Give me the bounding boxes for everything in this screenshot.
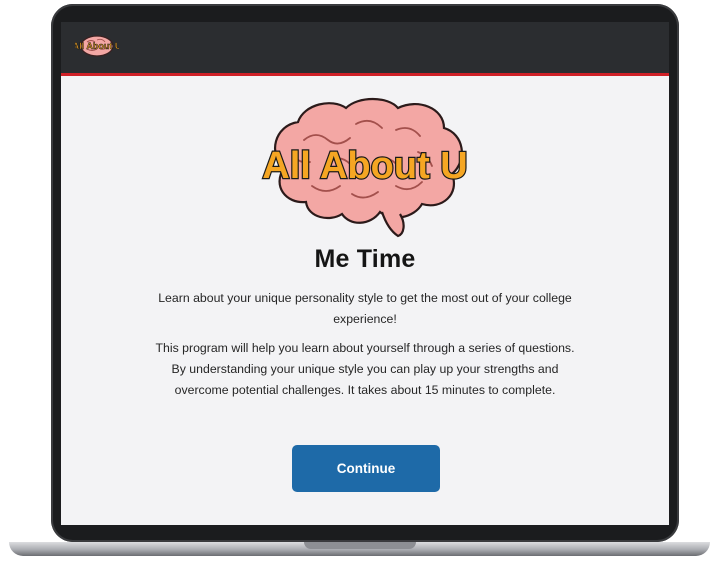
description-text: This program will help you learn about y…: [155, 341, 575, 397]
hero-logo-text: All About U: [262, 145, 467, 187]
laptop-frame: All About U All About U Me Time Learn ab…: [0, 0, 717, 563]
header-logo[interactable]: All About U: [75, 33, 119, 59]
app-header: All About U: [61, 22, 669, 76]
header-logo-text: All About U: [75, 41, 119, 51]
intro-text: Learn about your unique personality styl…: [158, 291, 572, 326]
laptop-notch: [304, 542, 416, 549]
app-screen: All About U All About U Me Time Learn ab…: [61, 22, 669, 525]
continue-button[interactable]: Continue: [292, 445, 440, 492]
hero-logo: All About U: [261, 97, 469, 238]
page-title: Me Time: [314, 245, 416, 273]
